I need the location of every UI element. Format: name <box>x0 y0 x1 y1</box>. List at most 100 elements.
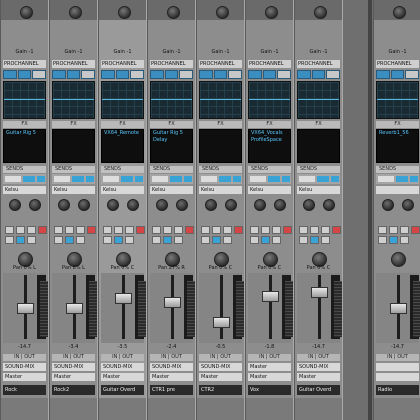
send-level-knob[interactable] <box>303 199 315 211</box>
input-echo-button[interactable] <box>299 236 308 244</box>
channel-strip[interactable]: Gain -1 PROCHANNEL FX SENDS Kelsu <box>196 0 245 420</box>
solo-button[interactable] <box>163 226 172 234</box>
prochannel-comp-button[interactable] <box>130 70 145 79</box>
eq-display[interactable] <box>101 81 144 119</box>
solo-button[interactable] <box>114 226 123 234</box>
arm-button[interactable] <box>321 226 330 234</box>
input-echo-button[interactable] <box>54 236 63 244</box>
volume-fader[interactable] <box>311 287 328 298</box>
fx-header[interactable]: FX <box>376 121 419 128</box>
prochannel-comp-button[interactable] <box>277 70 292 79</box>
prochannel-comp-button[interactable] <box>326 70 341 79</box>
sends-header[interactable]: SENDS <box>297 166 340 173</box>
record-arm-icon[interactable] <box>38 226 47 234</box>
arm-button[interactable] <box>272 226 281 234</box>
fx-bin[interactable]: Reverb1_56 <box>376 129 419 163</box>
track-name[interactable]: Guitar Overd <box>101 385 144 395</box>
send-slot[interactable] <box>103 176 119 182</box>
output-selector[interactable]: Master <box>101 373 144 381</box>
fx-bin[interactable]: VX64_Vocals ProfileSpace <box>248 129 291 163</box>
fx-header[interactable]: FX <box>248 121 291 128</box>
phase-button[interactable] <box>114 236 123 244</box>
mute-button[interactable] <box>152 226 161 234</box>
phase-button[interactable] <box>163 236 172 244</box>
eq-display[interactable] <box>248 81 291 119</box>
send-post-button[interactable] <box>396 176 408 182</box>
send-post-button[interactable] <box>170 176 182 182</box>
prochannel-enable-button[interactable] <box>297 70 311 79</box>
prochannel-header[interactable]: PROCHANNEL <box>101 60 144 68</box>
prochannel-comp-button[interactable] <box>179 70 194 79</box>
solo-button[interactable] <box>310 226 319 234</box>
channel-strip[interactable]: Gain -1 PROCHANNEL FX SENDS Kelsu <box>294 0 343 420</box>
arm-button[interactable] <box>125 226 134 234</box>
send-pan-knob[interactable] <box>78 199 90 211</box>
input-selector[interactable]: SOUND-MIX <box>3 363 46 371</box>
send-power-button[interactable] <box>37 176 45 182</box>
eq-display[interactable] <box>3 81 46 119</box>
solo-button[interactable] <box>16 226 25 234</box>
input-echo-button[interactable] <box>378 236 387 244</box>
solo-button[interactable] <box>65 226 74 234</box>
input-selector[interactable]: SOUND-MIX <box>101 363 144 371</box>
send-level-knob[interactable] <box>382 199 394 211</box>
output-selector[interactable] <box>376 373 419 381</box>
send-pan-knob[interactable] <box>274 199 286 211</box>
channel-strip[interactable]: Gain -1 PROCHANNEL FX Reverb1_56 SENDS -… <box>373 0 420 420</box>
prochannel-eq-button[interactable] <box>164 70 179 79</box>
mute-button[interactable] <box>54 226 63 234</box>
volume-fader[interactable] <box>213 317 230 328</box>
send-slot[interactable] <box>201 176 217 182</box>
mute-button[interactable] <box>103 226 112 234</box>
channel-strip[interactable]: Gain -1 PROCHANNEL FX SENDS Kelsu <box>49 0 98 420</box>
send-slot[interactable] <box>5 176 21 182</box>
send-slot[interactable] <box>250 176 266 182</box>
solo-button[interactable] <box>261 226 270 234</box>
record-arm-icon[interactable] <box>332 226 341 234</box>
channel-strip[interactable]: Gain -1 PROCHANNEL FX VX64_Vocals Profile… <box>245 0 294 420</box>
input-selector[interactable]: SOUND-MIX <box>199 363 242 371</box>
send-power-button[interactable] <box>282 176 290 182</box>
prochannel-header[interactable]: PROCHANNEL <box>150 60 193 68</box>
send-post-button[interactable] <box>268 176 280 182</box>
prochannel-header[interactable]: PROCHANNEL <box>199 60 242 68</box>
fx-bin[interactable] <box>199 129 242 163</box>
send-level-knob[interactable] <box>254 199 266 211</box>
eq-display[interactable] <box>297 81 340 119</box>
solo-button[interactable] <box>389 226 398 234</box>
output-selector[interactable]: Master <box>248 373 291 381</box>
arm-button[interactable] <box>400 226 409 234</box>
send-level-knob[interactable] <box>205 199 217 211</box>
volume-fader[interactable] <box>390 303 407 314</box>
track-name[interactable]: CTR1 pre <box>150 385 193 395</box>
mute-button[interactable] <box>5 226 14 234</box>
prochannel-header[interactable]: PROCHANNEL <box>297 60 340 68</box>
gain-knob[interactable] <box>118 6 131 19</box>
gain-knob[interactable] <box>167 6 180 19</box>
track-name[interactable]: Radio <box>376 385 419 395</box>
prochannel-comp-button[interactable] <box>81 70 96 79</box>
prochannel-eq-button[interactable] <box>66 70 81 79</box>
send-pan-knob[interactable] <box>127 199 139 211</box>
fx-item[interactable]: ProfileSpace <box>249 137 290 144</box>
fx-header[interactable]: FX <box>3 121 46 128</box>
output-selector[interactable]: Master <box>297 373 340 381</box>
send-destination[interactable] <box>376 186 419 194</box>
fx-bin[interactable]: VX64_Remote <box>101 129 144 163</box>
volume-fader[interactable] <box>262 291 279 302</box>
send-post-button[interactable] <box>23 176 35 182</box>
send-destination[interactable]: Kelsu <box>150 186 193 194</box>
pan-knob[interactable] <box>391 252 406 267</box>
input-selector[interactable]: SOUND-MIX <box>52 363 95 371</box>
prochannel-eq-button[interactable] <box>115 70 130 79</box>
prochannel-eq-button[interactable] <box>311 70 326 79</box>
send-slot[interactable] <box>152 176 168 182</box>
record-arm-icon[interactable] <box>185 226 194 234</box>
prochannel-enable-button[interactable] <box>199 70 213 79</box>
track-name[interactable]: CTR2 <box>199 385 242 395</box>
send-level-knob[interactable] <box>58 199 70 211</box>
track-name[interactable]: Guitar Overd <box>297 385 340 395</box>
send-slot[interactable] <box>54 176 70 182</box>
arm-button[interactable] <box>223 226 232 234</box>
send-power-button[interactable] <box>410 176 418 182</box>
